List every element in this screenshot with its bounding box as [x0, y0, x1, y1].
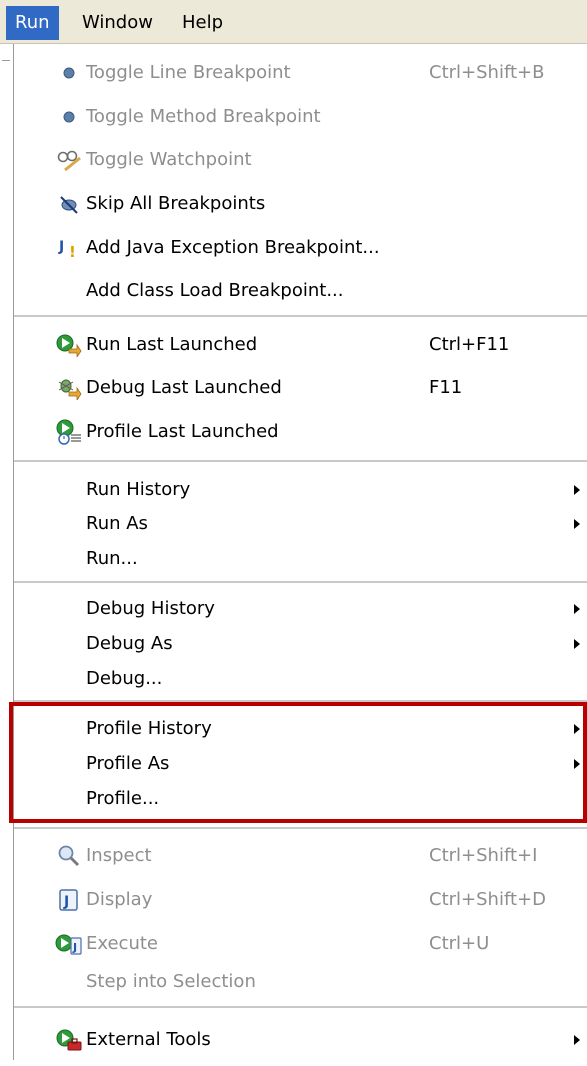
display-j-icon: J: [54, 886, 84, 914]
menu-item-toggle-method-breakpoint[interactable]: Toggle Method Breakpoint: [14, 99, 587, 135]
menu-item-step-into-selection[interactable]: Step into Selection: [14, 964, 587, 1000]
menu-item-shortcut: Ctrl+Shift+I: [429, 845, 538, 866]
menu-bar: Run Window Help: [0, 0, 587, 44]
submenu-arrow-icon: [574, 604, 580, 614]
execute-run-j-icon: J: [54, 930, 84, 958]
menu-separator: [14, 581, 587, 583]
menu-item-label: Step into Selection: [86, 971, 256, 992]
skip-breakpoints-icon: [54, 190, 84, 218]
menu-item-run-last-launched[interactable]: Run Last Launched Ctrl+F11: [14, 327, 587, 363]
external-tools-icon: [54, 1026, 84, 1054]
menu-separator: [14, 315, 587, 317]
menu-item-label: Inspect: [86, 845, 152, 866]
menu-item-label: Run As: [86, 513, 148, 534]
menu-item-toggle-line-breakpoint[interactable]: Toggle Line Breakpoint Ctrl+Shift+B: [14, 55, 587, 91]
menu-item-label: Run History: [86, 479, 191, 500]
menu-item-label: Debug History: [86, 598, 215, 619]
breakpoint-dot-icon: [54, 103, 84, 131]
menu-item-add-java-exception-breakpoint[interactable]: J ! Add Java Exception Breakpoint...: [14, 230, 587, 266]
run-launch-icon: [54, 331, 84, 359]
breakpoint-dot-icon: [54, 59, 84, 87]
svg-text:J: J: [58, 239, 64, 255]
svg-text:!: !: [69, 243, 76, 260]
menu-separator: [14, 1006, 587, 1008]
menu-run[interactable]: Run: [6, 6, 59, 40]
menu-item-debug-last-launched[interactable]: Debug Last Launched F11: [14, 370, 587, 406]
svg-text:J: J: [72, 941, 77, 954]
magnifier-icon: [54, 842, 84, 870]
submenu-arrow-icon: [574, 1035, 580, 1045]
menu-item-shortcut: Ctrl+U: [429, 933, 490, 954]
menu-item-label: Toggle Line Breakpoint: [86, 62, 291, 83]
menu-separator: [14, 827, 587, 829]
menu-item-label: Debug As: [86, 633, 173, 654]
debug-bug-icon: [54, 374, 84, 402]
profile-launch-icon: [54, 418, 84, 446]
menu-item-run-dialog[interactable]: Run...: [14, 541, 587, 577]
profile-group-highlight: [9, 702, 587, 823]
java-exception-icon: J !: [54, 234, 84, 262]
menu-item-label: Toggle Method Breakpoint: [86, 106, 321, 127]
menu-separator: [14, 460, 587, 462]
menu-item-shortcut: F11: [429, 377, 463, 398]
submenu-arrow-icon: [574, 519, 580, 529]
menu-item-debug-as[interactable]: Debug As: [14, 626, 587, 662]
menu-item-inspect[interactable]: Inspect Ctrl+Shift+I: [14, 838, 587, 874]
menu-item-toggle-watchpoint[interactable]: Toggle Watchpoint: [14, 142, 587, 178]
submenu-arrow-icon: [574, 485, 580, 495]
menu-item-display[interactable]: J Display Ctrl+Shift+D: [14, 882, 587, 918]
menu-item-label: Display: [86, 889, 153, 910]
menu-item-shortcut: Ctrl+Shift+D: [429, 889, 546, 910]
menu-item-label: External Tools: [86, 1029, 211, 1050]
menu-item-add-class-load-breakpoint[interactable]: Add Class Load Breakpoint...: [14, 273, 587, 309]
menu-item-label: Run...: [86, 548, 138, 569]
menu-item-label: Add Java Exception Breakpoint...: [86, 237, 380, 258]
menu-help[interactable]: Help: [173, 6, 232, 40]
menu-item-skip-all-breakpoints[interactable]: Skip All Breakpoints: [14, 186, 587, 222]
menu-item-run-as[interactable]: Run As: [14, 506, 587, 542]
watchpoint-glasses-icon: [54, 146, 84, 174]
menu-item-profile-last-launched[interactable]: Profile Last Launched: [14, 414, 587, 450]
menu-item-label: Debug Last Launched: [86, 377, 282, 398]
window-edge-tick: [2, 60, 10, 61]
menu-item-label: Execute: [86, 933, 158, 954]
menu-item-label: Skip All Breakpoints: [86, 193, 266, 214]
menu-item-label: Add Class Load Breakpoint...: [86, 280, 344, 301]
submenu-arrow-icon: [574, 639, 580, 649]
menu-item-label: Run Last Launched: [86, 334, 258, 355]
menu-item-debug-history[interactable]: Debug History: [14, 591, 587, 627]
menu-item-execute[interactable]: J Execute Ctrl+U: [14, 926, 587, 962]
run-menu-dropdown: Toggle Line Breakpoint Ctrl+Shift+B Togg…: [13, 44, 587, 1060]
menu-window[interactable]: Window: [73, 6, 162, 40]
menu-item-label: Profile Last Launched: [86, 421, 279, 442]
menu-item-shortcut: Ctrl+F11: [429, 334, 510, 355]
menu-item-label: Debug...: [86, 668, 163, 689]
menu-item-debug-dialog[interactable]: Debug...: [14, 661, 587, 697]
menu-item-shortcut: Ctrl+Shift+B: [429, 62, 545, 83]
menu-item-run-history[interactable]: Run History: [14, 472, 587, 508]
svg-text:J: J: [63, 894, 69, 910]
menu-item-label: Toggle Watchpoint: [86, 149, 252, 170]
menu-item-external-tools[interactable]: External Tools: [14, 1022, 587, 1058]
